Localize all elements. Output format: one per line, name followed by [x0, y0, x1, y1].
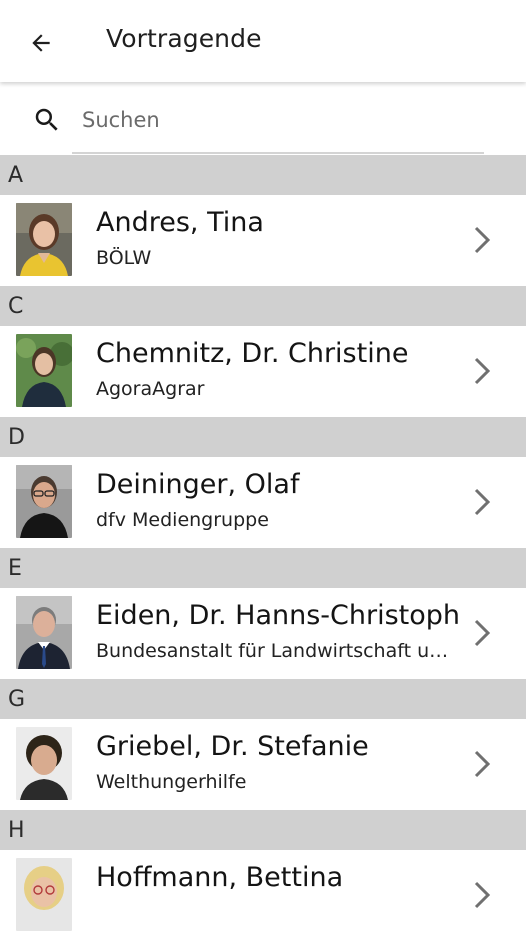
chevron-right-icon [474, 881, 491, 909]
section-header-d: D [0, 417, 526, 457]
speaker-organization: AgoraAgrar [96, 378, 205, 400]
section-header-h: H [0, 810, 526, 850]
avatar [16, 858, 72, 931]
section-header-a: A [0, 155, 526, 195]
avatar [16, 203, 72, 276]
chevron-right-icon [474, 488, 491, 516]
speaker-row[interactable]: Griebel, Dr. Stefanie Welthungerhilfe [0, 719, 526, 810]
speaker-row[interactable]: Deininger, Olaf dfv Mediengruppe [0, 457, 526, 548]
avatar [16, 465, 72, 538]
speaker-row[interactable]: Hoffmann, Bettina [0, 850, 526, 941]
speaker-name: Andres, Tina [96, 207, 264, 238]
avatar [16, 596, 72, 669]
chevron-right-icon [474, 750, 491, 778]
search-bar [0, 84, 526, 155]
speaker-name: Chemnitz, Dr. Christine [96, 338, 409, 369]
speaker-list: A Andres, Tina BÖLW C Chemnitz, Dr. Chri… [0, 155, 526, 941]
arrow-left-icon [32, 34, 50, 52]
speaker-row[interactable]: Chemnitz, Dr. Christine AgoraAgrar [0, 326, 526, 417]
search-input[interactable] [72, 98, 504, 142]
avatar [16, 727, 72, 800]
speaker-name: Griebel, Dr. Stefanie [96, 731, 369, 762]
speaker-name: Hoffmann, Bettina [96, 862, 344, 893]
speaker-organization: Bundesanstalt für Landwirtschaft und Ern… [96, 640, 456, 662]
speaker-organization: BÖLW [96, 247, 152, 269]
speaker-organization: Welthungerhilfe [96, 771, 247, 793]
chevron-right-icon [474, 357, 491, 385]
page-title: Vortragende [106, 24, 262, 53]
chevron-right-icon [474, 619, 491, 647]
speaker-name: Deininger, Olaf [96, 469, 300, 500]
search-underline [72, 152, 484, 154]
speaker-row[interactable]: Eiden, Dr. Hanns-Christoph Bundesanstalt… [0, 588, 526, 679]
section-header-g: G [0, 679, 526, 719]
avatar [16, 334, 72, 407]
back-button[interactable] [20, 22, 62, 64]
speaker-row[interactable]: Andres, Tina BÖLW [0, 195, 526, 286]
search-icon [32, 105, 62, 135]
chevron-right-icon [474, 226, 491, 254]
section-header-e: E [0, 548, 526, 588]
speaker-organization: dfv Mediengruppe [96, 509, 269, 531]
speaker-name: Eiden, Dr. Hanns-Christoph [96, 600, 461, 631]
app-bar: Vortragende [0, 0, 526, 82]
section-header-c: C [0, 286, 526, 326]
